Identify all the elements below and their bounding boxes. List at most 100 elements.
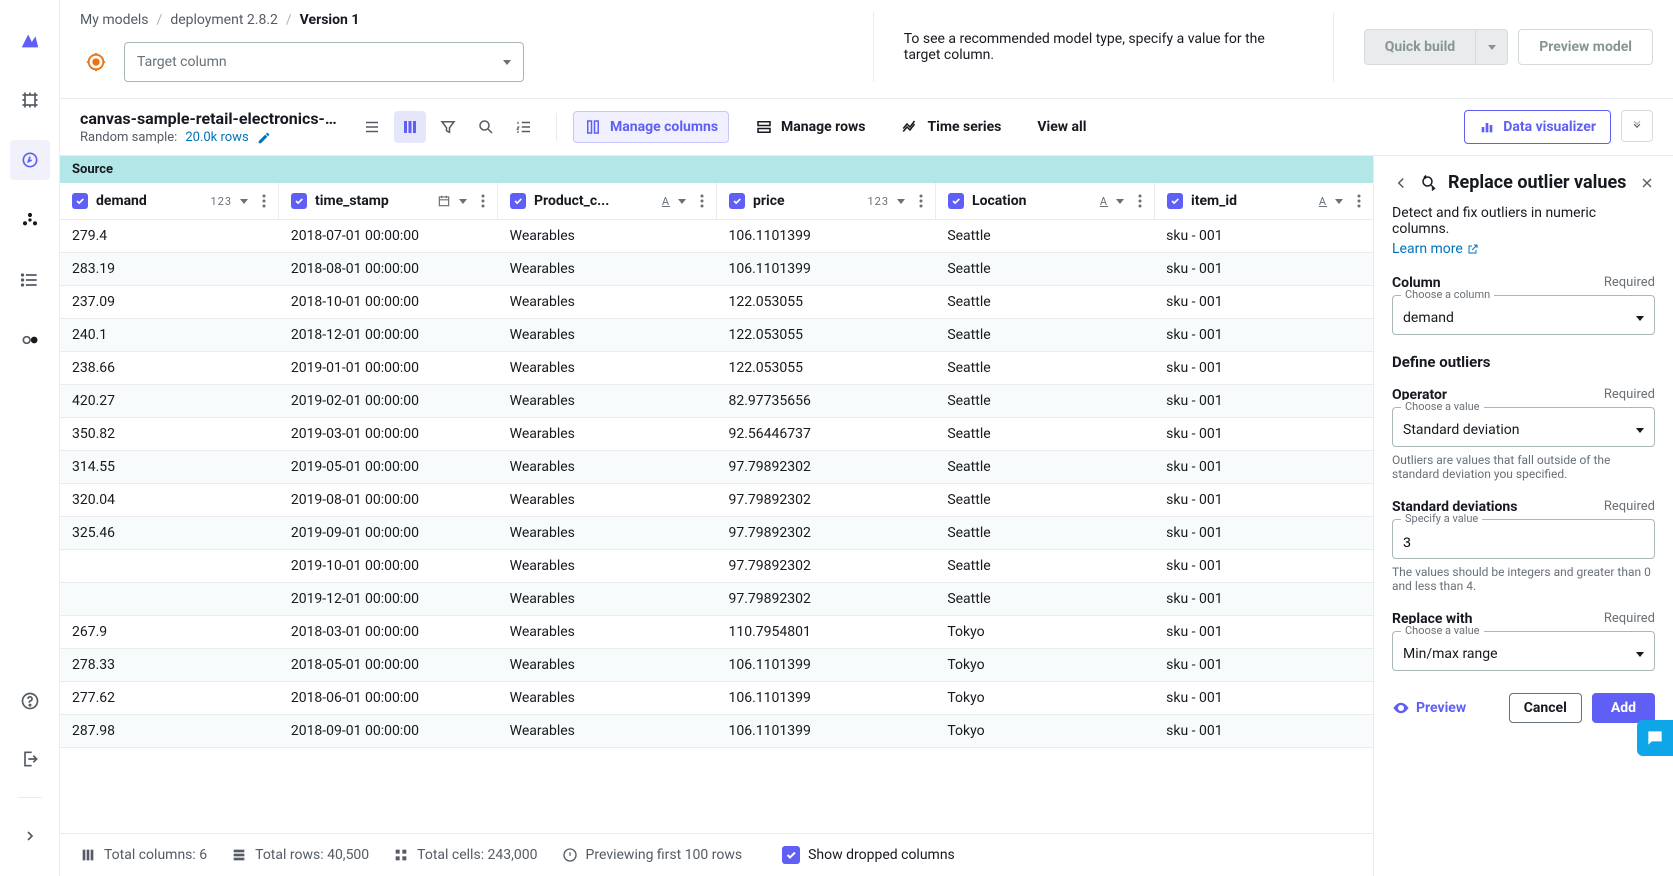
show-dropped-label: Show dropped columns — [808, 847, 955, 863]
table-cell: 2019-12-01 00:00:00 — [279, 583, 498, 615]
column-menu-icon[interactable] — [1357, 194, 1361, 208]
table-cell — [60, 583, 279, 615]
table-cell: 2018-06-01 00:00:00 — [279, 682, 498, 714]
column-checkbox[interactable] — [510, 193, 526, 209]
table-cell: sku - 001 — [1154, 451, 1373, 483]
learn-more-link[interactable]: Learn more — [1392, 241, 1655, 257]
table-cell: 92.56446737 — [716, 418, 935, 450]
table-cell: Wearables — [498, 550, 717, 582]
table-cell: 97.79892302 — [716, 517, 935, 549]
table-cell: sku - 001 — [1154, 253, 1373, 285]
time-series-button[interactable]: Time series — [891, 111, 1011, 143]
table-cell: 240.1 — [60, 319, 279, 351]
search-icon[interactable] — [470, 111, 502, 143]
column-header[interactable]: demand123 — [60, 183, 279, 219]
table-cell: 2019-02-01 00:00:00 — [279, 385, 498, 417]
sample-value-link[interactable]: 20.0k rows — [185, 130, 248, 145]
operator-select[interactable]: Choose a value Standard deviation — [1392, 407, 1655, 447]
stddev-input[interactable]: Specify a value — [1392, 519, 1655, 559]
table-cell: 2019-01-01 00:00:00 — [279, 352, 498, 384]
quick-build-dropdown — [1476, 29, 1508, 65]
column-menu-icon[interactable] — [1138, 194, 1142, 208]
collapse-toolbar-icon[interactable] — [1621, 110, 1653, 142]
filter-icon[interactable] — [432, 111, 464, 143]
column-checkbox[interactable] — [729, 193, 745, 209]
table-cell: Wearables — [498, 649, 717, 681]
help-icon[interactable] — [10, 681, 50, 721]
table-cell: sku - 001 — [1154, 319, 1373, 351]
breadcrumb-item[interactable]: deployment 2.8.2 — [170, 12, 278, 28]
nav-models-icon[interactable] — [10, 140, 50, 180]
table-cell: 106.1101399 — [716, 220, 935, 252]
column-header[interactable]: LocationA — [936, 183, 1155, 219]
view-all-button[interactable]: View all — [1027, 111, 1096, 143]
table-cell: Wearables — [498, 484, 717, 516]
cancel-button[interactable]: Cancel — [1509, 693, 1582, 723]
table-cell: Seattle — [935, 418, 1154, 450]
preview-transform-button[interactable]: Preview — [1392, 699, 1466, 717]
table-cell: sku - 001 — [1154, 418, 1373, 450]
table-row: 287.982018-09-01 00:00:00Wearables106.11… — [60, 715, 1373, 748]
data-visualizer-button[interactable]: Data visualizer — [1464, 110, 1611, 144]
table-cell: 237.09 — [60, 286, 279, 318]
column-menu-icon[interactable] — [700, 194, 704, 208]
expand-sidebar-icon[interactable] — [10, 816, 50, 856]
table-cell: 97.79892302 — [716, 550, 935, 582]
chat-icon[interactable] — [1637, 720, 1673, 756]
breadcrumb-current: Version 1 — [300, 12, 360, 28]
target-column-select[interactable]: Target column — [124, 42, 524, 82]
target-icon — [80, 46, 112, 78]
column-header[interactable]: item_idA — [1155, 183, 1373, 219]
table-cell: 2019-09-01 00:00:00 — [279, 517, 498, 549]
breadcrumb-item[interactable]: My models — [80, 12, 149, 28]
column-header[interactable]: price123 — [717, 183, 936, 219]
table-cell: 106.1101399 — [716, 253, 935, 285]
panel-title: Replace outlier values — [1448, 172, 1629, 193]
table-cell: 2019-05-01 00:00:00 — [279, 451, 498, 483]
table-cell: sku - 001 — [1154, 352, 1373, 384]
table-cell: Wearables — [498, 682, 717, 714]
show-dropped-checkbox[interactable] — [782, 846, 800, 864]
table-row: 283.192018-08-01 00:00:00Wearables106.11… — [60, 253, 1373, 286]
table-cell: 82.97735656 — [716, 385, 935, 417]
column-menu-icon[interactable] — [262, 194, 266, 208]
model-type-hint: To see a recommended model type, specify… — [904, 31, 1283, 63]
panel-search-replace-icon — [1420, 174, 1438, 192]
column-checkbox[interactable] — [72, 193, 88, 209]
table-cell: 2019-03-01 00:00:00 — [279, 418, 498, 450]
table-row: 325.462019-09-01 00:00:00Wearables97.798… — [60, 517, 1373, 550]
column-header[interactable]: Product_c...A — [498, 183, 717, 219]
column-checkbox[interactable] — [1167, 193, 1183, 209]
manage-rows-button[interactable]: Manage rows — [745, 111, 875, 143]
nav-datasets-icon[interactable] — [10, 80, 50, 120]
manage-columns-button[interactable]: Manage columns — [573, 111, 729, 143]
column-checkbox[interactable] — [948, 193, 964, 209]
view-list-icon[interactable] — [356, 111, 388, 143]
column-menu-icon[interactable] — [481, 194, 485, 208]
column-menu-icon[interactable] — [919, 194, 923, 208]
table-cell: sku - 001 — [1154, 550, 1373, 582]
table-cell: 350.82 — [60, 418, 279, 450]
nav-hub-icon[interactable] — [10, 200, 50, 240]
column-select[interactable]: Choose a column demand — [1392, 295, 1655, 335]
table-cell: Wearables — [498, 616, 717, 648]
preview-model-button: Preview model — [1518, 29, 1653, 65]
table-cell — [60, 550, 279, 582]
panel-back-icon[interactable] — [1392, 174, 1410, 192]
table-cell: 420.27 — [60, 385, 279, 417]
panel-close-icon[interactable] — [1639, 175, 1655, 191]
column-header[interactable]: time_stamp — [279, 183, 498, 219]
nav-list-icon[interactable] — [10, 260, 50, 300]
column-checkbox[interactable] — [291, 193, 307, 209]
edit-icon[interactable] — [257, 131, 271, 145]
define-outliers-heading: Define outliers — [1392, 353, 1655, 371]
add-button[interactable]: Add — [1592, 693, 1655, 723]
table-cell: Wearables — [498, 517, 717, 549]
logo-icon[interactable] — [10, 20, 50, 60]
table-cell: 122.053055 — [716, 352, 935, 384]
numbered-list-icon[interactable] — [508, 111, 540, 143]
logout-icon[interactable] — [10, 739, 50, 779]
replace-with-select[interactable]: Choose a value Min/max range — [1392, 631, 1655, 671]
view-grid-icon[interactable] — [394, 111, 426, 143]
nav-ops-icon[interactable] — [10, 320, 50, 360]
